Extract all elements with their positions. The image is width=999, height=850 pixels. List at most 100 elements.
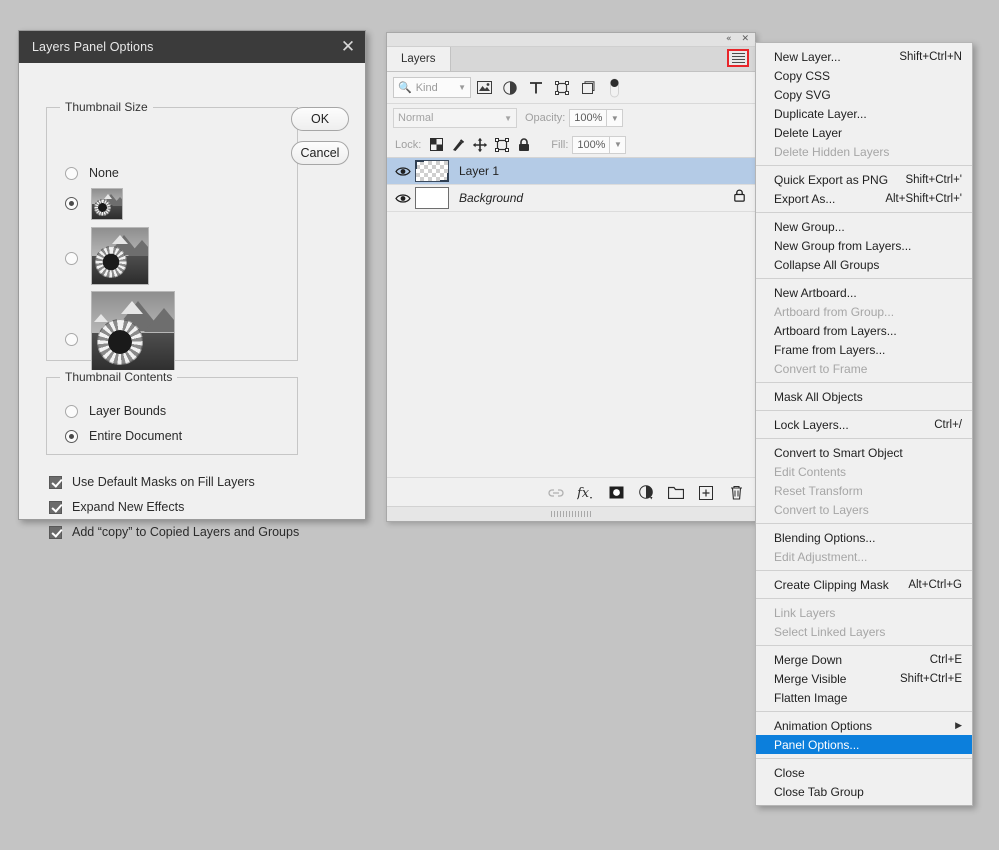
menu-item-lock-layers[interactable]: Lock Layers... Ctrl+/ (756, 415, 972, 434)
svg-text:fx: fx (577, 486, 590, 501)
thumbnail-contents-option-entire-document[interactable]: Entire Document (65, 429, 182, 443)
menu-item-copy-svg[interactable]: Copy SVG (756, 85, 972, 104)
menu-item-quick-export-as-png[interactable]: Quick Export as PNG Shift+Ctrl+' (756, 170, 972, 189)
lock-position-icon[interactable] (469, 134, 491, 156)
menu-item-create-clipping-mask[interactable]: Create Clipping Mask Alt+Ctrl+G (756, 575, 972, 594)
menu-separator (756, 438, 972, 439)
menu-item-delete-hidden-layers: Delete Hidden Layers (756, 142, 972, 161)
radio-small[interactable] (65, 197, 78, 210)
menu-item-export-as[interactable]: Export As... Alt+Shift+Ctrl+' (756, 189, 972, 208)
eye-icon[interactable] (391, 193, 415, 204)
menu-item-merge-visible[interactable]: Merge Visible Shift+Ctrl+E (756, 669, 972, 688)
thumbnail-preview-medium (91, 227, 149, 285)
lock-artboard-nesting-icon[interactable] (491, 134, 513, 156)
ok-button[interactable]: OK (291, 107, 349, 131)
blend-mode-value: Normal (398, 112, 434, 124)
hamburger-bars (731, 51, 745, 65)
thumbnail-size-option-none[interactable]: None (65, 166, 119, 180)
menu-item-label: Delete Layer (774, 125, 843, 140)
new-group-icon[interactable] (667, 483, 685, 503)
image-filter-icon[interactable] (471, 76, 497, 100)
menu-item-convert-to-smart-object[interactable]: Convert to Smart Object (756, 443, 972, 462)
menu-item-label: Merge Down (774, 652, 843, 667)
opacity-stepper[interactable]: ▼ (607, 109, 624, 127)
menu-item-collapse-all-groups[interactable]: Collapse All Groups (756, 255, 972, 274)
panel-footer (387, 506, 755, 521)
thumbnail-contents-option-layer-bounds[interactable]: Layer Bounds (65, 404, 166, 418)
menu-item-merge-down[interactable]: Merge Down Ctrl+E (756, 650, 972, 669)
eye-icon[interactable] (391, 166, 415, 177)
menu-item-label: Export As... (774, 191, 836, 206)
layer-row-layer-1[interactable]: Layer 1 (387, 158, 755, 185)
radio-layer-bounds[interactable] (65, 404, 78, 418)
menu-item-label: Artboard from Layers... (774, 323, 897, 338)
menu-item-convert-to-layers: Convert to Layers (756, 500, 972, 519)
smart-object-filter-icon[interactable] (575, 76, 601, 100)
menu-item-label: Blending Options... (774, 530, 876, 545)
radio-entire-document[interactable] (65, 429, 78, 443)
layer-row-background[interactable]: Background (387, 185, 755, 212)
menu-item-panel-options[interactable]: Panel Options... (756, 735, 972, 754)
menu-item-new-group-from-layers[interactable]: New Group from Layers... (756, 236, 972, 255)
link-layers-icon[interactable] (547, 483, 565, 503)
radio-large[interactable] (65, 333, 78, 346)
blend-mode-row: Normal ▼ Opacity: 100% ▼ (387, 104, 755, 132)
lock-all-icon[interactable] (513, 134, 535, 156)
layer-style-fx-icon[interactable]: fx (577, 483, 595, 503)
radio-layer-bounds-label: Layer Bounds (89, 404, 167, 418)
menu-item-new-group[interactable]: New Group... (756, 217, 972, 236)
tab-layers[interactable]: Layers (387, 47, 451, 71)
radio-none[interactable] (65, 166, 78, 180)
filter-toggle-icon[interactable] (601, 76, 627, 100)
checkbox-expand-new-effects[interactable]: Expand New Effects (49, 500, 184, 514)
cancel-button[interactable]: Cancel (291, 141, 349, 165)
delete-layer-icon[interactable] (727, 483, 745, 503)
checkbox-add-copy-to-copied-layers[interactable]: Add “copy” to Copied Layers and Groups (49, 525, 299, 539)
menu-item-label: New Layer... (774, 49, 841, 64)
hamburger-menu-icon[interactable] (727, 49, 749, 67)
layer-name: Background (459, 191, 524, 205)
menu-item-new-layer[interactable]: New Layer... Shift+Ctrl+N (756, 47, 972, 66)
menu-item-label: Select Linked Layers (774, 624, 886, 639)
menu-item-delete-layer[interactable]: Delete Layer (756, 123, 972, 142)
menu-item-flatten-image[interactable]: Flatten Image (756, 688, 972, 707)
opacity-input[interactable]: 100% (569, 109, 608, 127)
menu-item-copy-css[interactable]: Copy CSS (756, 66, 972, 85)
menu-item-blending-options[interactable]: Blending Options... (756, 528, 972, 547)
resize-grip-icon[interactable] (551, 511, 591, 517)
layers-panel-options-dialog: Layers Panel Options ✕ Thumbnail Size No… (18, 30, 366, 539)
menu-item-animation-options[interactable]: Animation Options ▶ (756, 716, 972, 735)
checkbox-use-default-masks-box[interactable] (49, 475, 62, 489)
checkbox-expand-new-effects-box[interactable] (49, 500, 62, 514)
menu-item-frame-from-layers[interactable]: Frame from Layers... (756, 340, 972, 359)
menu-item-duplicate-layer[interactable]: Duplicate Layer... (756, 104, 972, 123)
checkbox-use-default-masks[interactable]: Use Default Masks on Fill Layers (49, 475, 255, 489)
menu-item-edit-adjustment: Edit Adjustment... (756, 547, 972, 566)
close-icon[interactable]: ✕ (331, 31, 365, 63)
add-layer-mask-icon[interactable] (607, 483, 625, 503)
shape-filter-icon[interactable] (549, 76, 575, 100)
lock-transparent-pixels-icon[interactable] (425, 134, 447, 156)
menu-item-new-artboard[interactable]: New Artboard... (756, 283, 972, 302)
new-layer-icon[interactable] (697, 483, 715, 503)
collapse-panel-icon[interactable]: « (726, 35, 732, 44)
fill-stepper[interactable]: ▼ (610, 135, 627, 154)
type-filter-icon[interactable] (523, 76, 549, 100)
adjustment-filter-icon[interactable] (497, 76, 523, 100)
lock-image-pixels-icon[interactable] (447, 134, 469, 156)
filter-kind-select[interactable]: 🔍 Kind ▼ (393, 77, 471, 98)
dialog-body: Thumbnail Size None Thumbnail Contents L… (19, 63, 365, 539)
menu-item-mask-all-objects[interactable]: Mask All Objects (756, 387, 972, 406)
close-panel-icon[interactable]: ✕ (741, 35, 749, 44)
fill-input[interactable]: 100% (572, 135, 611, 154)
checkbox-expand-new-effects-label: Expand New Effects (72, 500, 185, 514)
menu-item-artboard-from-layers[interactable]: Artboard from Layers... (756, 321, 972, 340)
search-icon: 🔍 (398, 82, 412, 94)
new-adjustment-layer-icon[interactable] (637, 483, 655, 503)
blend-mode-select[interactable]: Normal ▼ (393, 108, 517, 128)
panel-context-menu: New Layer... Shift+Ctrl+N Copy CSS Copy SVG… (755, 42, 973, 806)
menu-item-close[interactable]: Close (756, 763, 972, 782)
checkbox-add-copy-box[interactable] (49, 525, 62, 539)
radio-medium[interactable] (65, 252, 78, 265)
menu-item-close-tab-group[interactable]: Close Tab Group (756, 782, 972, 801)
